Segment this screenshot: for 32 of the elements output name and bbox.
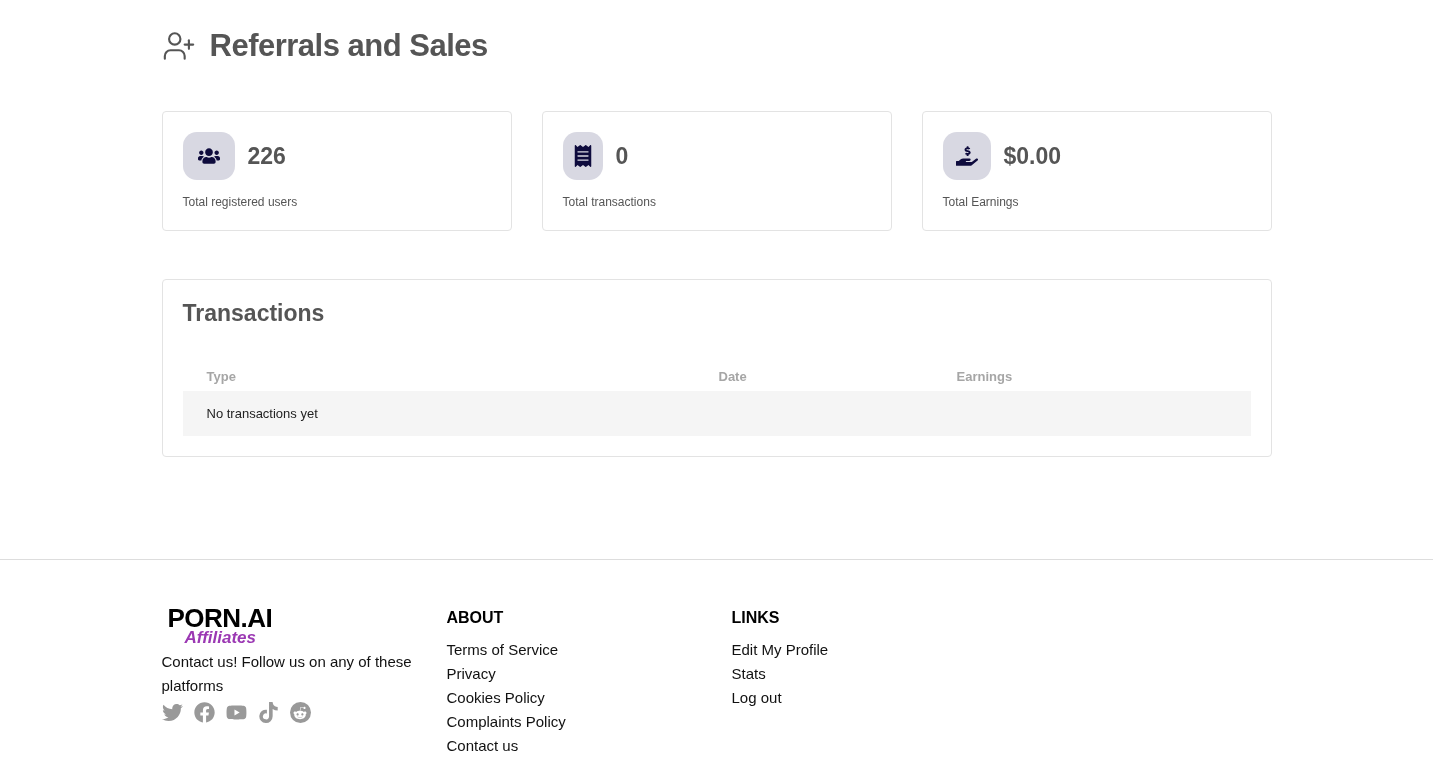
hand-dollar-icon [942, 132, 991, 180]
page-title: Referrals and Sales [209, 28, 488, 64]
stat-label: Total Earnings [942, 195, 1020, 209]
footer-heading: ABOUT [446, 609, 505, 627]
stat-value: 226 [247, 142, 286, 170]
logo[interactable]: PORN.AI Affiliates [161, 606, 447, 646]
users-icon [182, 132, 235, 180]
footer-link[interactable]: Stats [731, 662, 1017, 686]
receipt-icon [562, 132, 603, 180]
column-header: Date [718, 368, 748, 384]
column-header: Earnings [956, 368, 1014, 384]
footer-link[interactable]: Complaints Policy [446, 710, 732, 734]
footer-link[interactable]: Log out [731, 686, 1017, 710]
add-user-icon [161, 29, 196, 63]
stat-label: Total transactions [562, 195, 657, 209]
bird-icon[interactable] [161, 702, 183, 723]
footer-heading: LINKS [731, 609, 781, 627]
empty-message: No transactions yet [206, 406, 319, 421]
contact-text: Contact us! Follow us on any of these platforms [161, 652, 413, 696]
panel-title: Transactions [182, 300, 326, 327]
reddit-icon[interactable] [289, 702, 311, 723]
footer-link[interactable]: Edit My Profile [731, 638, 1017, 662]
music-note-icon[interactable] [257, 702, 279, 723]
footer-link[interactable]: Cookies Policy [446, 686, 732, 710]
facebook-icon[interactable] [193, 702, 215, 723]
stat-value: $0.00 [1003, 142, 1062, 170]
footer-link[interactable]: Contact us [446, 734, 732, 758]
stat-label: Total registered users [182, 195, 299, 209]
stat-value: 0 [615, 142, 629, 170]
footer-link[interactable]: Terms of Service [446, 638, 732, 662]
column-header: Type [206, 368, 237, 384]
footer-link[interactable]: Privacy [446, 662, 732, 686]
